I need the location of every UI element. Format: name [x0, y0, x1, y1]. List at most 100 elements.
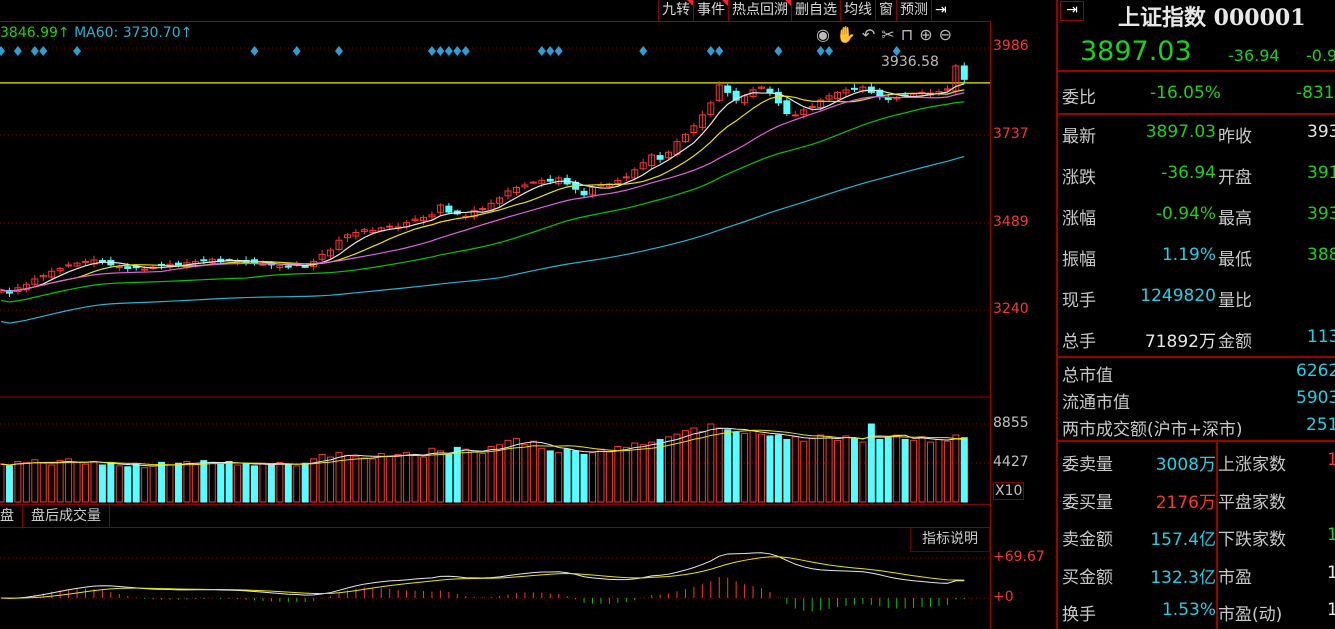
market-label: 两市成交额(沪市+深市) — [1062, 420, 1243, 440]
toolbar-events-button[interactable]: 事件 — [693, 0, 728, 21]
quote-row: 换手 1.53% 市盈(动) 1 — [1062, 600, 1335, 625]
weibi-diff: -8318 — [1296, 83, 1335, 103]
volume-bar — [572, 450, 580, 503]
toolbar-hotspot-button[interactable]: 热点回溯 — [728, 0, 791, 21]
toolbar-window-button[interactable]: 窗 — [875, 0, 896, 21]
volume-bar — [276, 461, 284, 503]
field-label: 最低 — [1218, 250, 1252, 270]
candle-down — [766, 88, 774, 93]
candle-down — [580, 190, 588, 196]
volume-bar — [56, 460, 64, 503]
indicator-explain-button[interactable]: 指标说明 — [910, 528, 990, 552]
scissors-icon[interactable]: ✂ — [881, 25, 894, 44]
volume-bar — [496, 444, 504, 503]
volume-bar — [876, 438, 884, 503]
zoom-in-icon[interactable]: ⊕ — [919, 25, 932, 44]
exit-right-icon[interactable]: ⇥ — [931, 0, 953, 21]
volume-bar — [597, 448, 605, 503]
volume-bar — [141, 467, 149, 503]
volume-bar — [538, 447, 546, 503]
signal-diamond — [427, 46, 436, 56]
ma-value: 3846.99↑ — [0, 25, 70, 41]
volume-bar — [293, 465, 301, 503]
volume-bar — [369, 458, 377, 503]
field-value: 1 — [1327, 525, 1335, 545]
signal-diamond — [825, 46, 834, 56]
volume-bar — [893, 434, 901, 503]
candle-up — [82, 260, 89, 263]
volume-bar — [65, 458, 73, 503]
zoom-out-icon[interactable]: ⊖ — [939, 25, 952, 44]
candle-down — [124, 266, 132, 269]
field-value: 388 — [1307, 245, 1335, 265]
volume-bar — [521, 444, 529, 503]
field-label: 买金额 — [1062, 567, 1113, 588]
field-label: 换手 — [1062, 605, 1096, 625]
volume-bar — [741, 432, 749, 503]
volume-bar — [343, 454, 351, 503]
eye-icon[interactable]: ◉ — [816, 25, 830, 44]
exit-right-icon[interactable]: ⇥ — [1060, 1, 1084, 21]
volume-bar — [479, 453, 487, 503]
field-value: 391 — [1307, 163, 1335, 183]
volume-bar — [200, 460, 208, 503]
market-value: 2515 — [1306, 415, 1335, 435]
volume-bar — [284, 463, 292, 503]
volume-bar — [445, 453, 453, 503]
volume-bar — [403, 452, 411, 503]
volume-bar — [614, 446, 622, 503]
volume-bar — [149, 465, 157, 503]
quote-row: 最新 3897.03 昨收 393 — [1062, 122, 1335, 147]
volume-bar — [73, 461, 81, 503]
volume-bar — [115, 465, 123, 503]
ma5-line — [0, 83, 965, 293]
tab-pan[interactable]: 盘 — [0, 505, 23, 527]
field-label: 平盘家数 — [1218, 492, 1286, 513]
volume-bar — [766, 435, 774, 503]
volume-bar — [817, 434, 825, 503]
field-label: 现手 — [1062, 291, 1096, 311]
volume-bar — [791, 436, 799, 503]
volume-bar — [301, 462, 309, 503]
ma-legend: 3846.99↑ MA60: 3730.70↑ — [0, 25, 192, 41]
field-label: 涨幅 — [1062, 209, 1096, 229]
volume-bar — [98, 464, 106, 503]
volume-bar — [825, 437, 833, 503]
toolbar-forecast-button[interactable]: 预测 — [896, 0, 931, 21]
volume-bar — [90, 460, 98, 503]
field-value: 1.19% — [1161, 245, 1216, 265]
volume-bar — [259, 463, 267, 503]
toolbar-jiuzhuan-button[interactable]: 九转 — [658, 0, 693, 21]
candle-down — [724, 85, 732, 93]
field-value: -36.94 — [1161, 163, 1216, 183]
volume-bar — [665, 436, 673, 503]
quote-row: 委卖量 3008万 上涨家数 1 — [1062, 450, 1335, 475]
volume-bar — [918, 436, 926, 503]
market-row: 流通市值 59031 — [1062, 388, 1335, 413]
lock-icon[interactable]: ⊓ — [901, 25, 913, 44]
field-label: 委买量 — [1062, 492, 1113, 513]
price-tick: 3986 — [993, 38, 1029, 54]
volume-bar — [166, 464, 174, 503]
volume-bar — [732, 431, 740, 503]
divider — [1058, 113, 1335, 115]
volume-bar — [698, 431, 706, 503]
candle-down — [445, 205, 453, 213]
toolbar-ma-button[interactable]: 均线 — [840, 0, 875, 21]
candle-down — [960, 65, 968, 80]
kline-chart[interactable] — [0, 0, 990, 629]
field-label: 上涨家数 — [1218, 455, 1286, 475]
volume-bar — [639, 444, 647, 503]
field-label: 卖金额 — [1062, 530, 1113, 550]
field-value: 1 — [1327, 563, 1335, 583]
volume-bar — [453, 446, 461, 503]
field-value: 393 — [1307, 122, 1335, 142]
field-label: 最高 — [1218, 209, 1252, 229]
tab-after-hours-volume[interactable]: 盘后成交量 — [23, 505, 110, 527]
toolbar-remove-watchlist-button[interactable]: 删自选 — [791, 0, 840, 21]
volume-bar — [749, 430, 757, 503]
hand-icon[interactable]: ✋ — [836, 25, 856, 44]
undo-icon[interactable]: ↶ — [862, 25, 875, 44]
field-value: 393 — [1307, 204, 1335, 224]
volume-bar — [808, 438, 816, 503]
